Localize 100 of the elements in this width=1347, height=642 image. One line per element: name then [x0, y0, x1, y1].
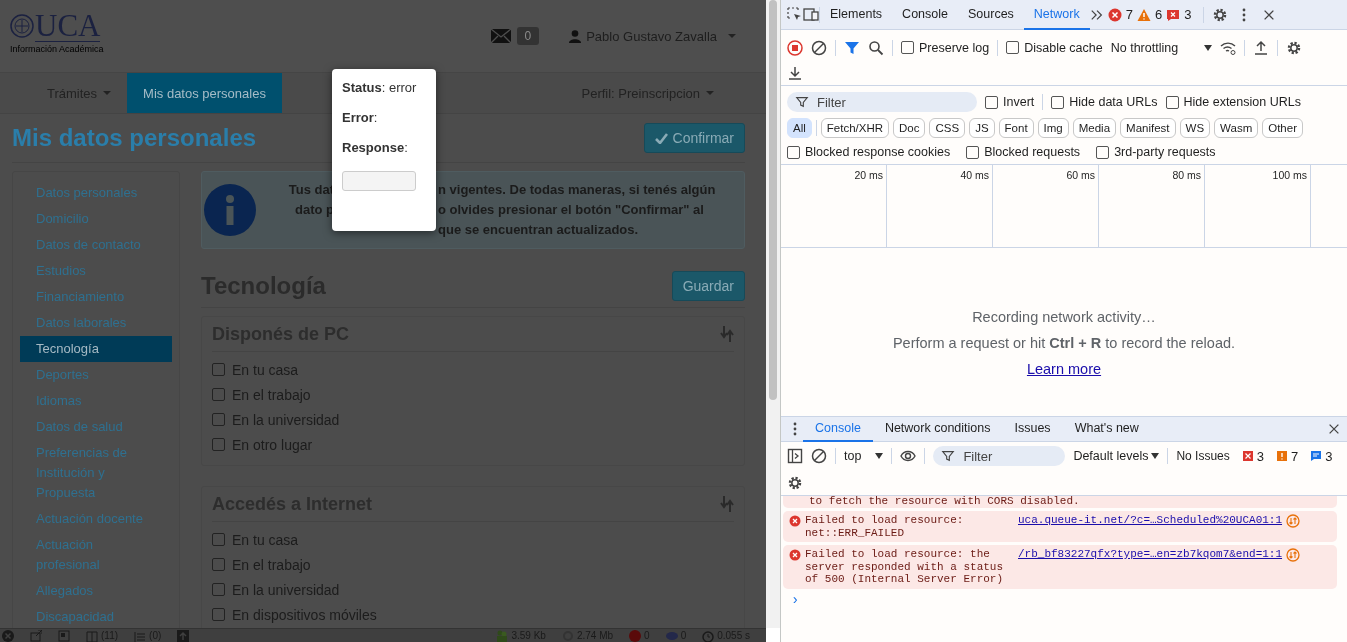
dropdown-caret-icon: [875, 453, 884, 459]
seal-icon: [10, 14, 34, 38]
envelope-icon[interactable]: [490, 29, 511, 43]
console-settings-icon[interactable]: [787, 474, 803, 491]
checkbox[interactable]: [985, 95, 998, 109]
filter-icon: [941, 449, 956, 463]
warning-icon: [1276, 450, 1289, 462]
timeline-tick: 40 ms: [960, 169, 989, 181]
type-filter-chip[interactable]: CSS: [929, 118, 966, 138]
panel-tab[interactable]: Elements: [820, 0, 893, 30]
throttling-select[interactable]: No throttling: [1110, 40, 1213, 55]
console-message: to fetch the resource with CORS disabled.: [783, 496, 1337, 508]
live-expression-icon[interactable]: [900, 448, 917, 464]
checkbox[interactable]: [1006, 41, 1020, 54]
type-filter-chip[interactable]: Font: [998, 118, 1034, 138]
type-filter-chip[interactable]: Manifest: [1120, 118, 1176, 138]
checkbox[interactable]: [212, 558, 225, 571]
console-filter-field[interactable]: Filter: [933, 446, 1066, 466]
warning-icon: [1136, 7, 1151, 22]
panel-tab[interactable]: Console: [892, 0, 958, 30]
drawer-tab[interactable]: Network conditions: [872, 416, 1003, 442]
console-sidebar-icon[interactable]: [787, 448, 803, 464]
checkbox[interactable]: [1051, 95, 1065, 109]
error-count: 3: [1256, 448, 1265, 464]
checkbox-label: Hide extension URLs: [1183, 95, 1301, 109]
type-filter-chip[interactable]: WS: [1179, 118, 1211, 138]
source-link[interactable]: uca.queue-it.net/?c=…Scheduled%20UCA01:1: [1018, 514, 1283, 527]
checkbox[interactable]: [901, 41, 914, 54]
type-filter-chip[interactable]: JS: [969, 118, 995, 138]
panel-tab[interactable]: Sources: [958, 0, 1024, 30]
type-filter-chip[interactable]: Img: [1037, 118, 1069, 138]
checkbox-label: 3rd-party requests: [1114, 145, 1216, 159]
drawer-tab[interactable]: Console: [803, 416, 873, 442]
device-toolbar-icon[interactable]: [803, 6, 819, 23]
search-icon[interactable]: [868, 39, 884, 56]
issue-icon: [1166, 7, 1181, 22]
scrollbar-thumb[interactable]: [769, 0, 777, 400]
timeline-tick: 80 ms: [1172, 169, 1201, 181]
clear-icon[interactable]: [811, 39, 827, 56]
more-tabs-icon[interactable]: [1089, 7, 1104, 22]
type-filter-chip[interactable]: Doc: [893, 118, 926, 138]
context-value: top: [844, 449, 862, 463]
timeline-tick: 60 ms: [1066, 169, 1095, 181]
learn-more-link[interactable]: Learn more: [1026, 361, 1102, 377]
upload-icon[interactable]: [1253, 39, 1270, 56]
filter-field[interactable]: Filter: [787, 92, 977, 112]
checkbox[interactable]: [787, 145, 800, 159]
checkbox[interactable]: [212, 388, 225, 401]
checkbox-label: Invert: [1003, 95, 1035, 109]
type-filter-chip[interactable]: Wasm: [1214, 118, 1259, 138]
throttling-value: No throttling: [1110, 40, 1179, 55]
info-count: 3: [1325, 448, 1333, 464]
checkbox[interactable]: [1165, 95, 1179, 109]
sidebar-item[interactable]: Tecnología: [20, 336, 172, 362]
response-field[interactable]: [342, 171, 416, 191]
modal-text: Error:: [342, 110, 379, 127]
checkbox[interactable]: [966, 145, 980, 159]
clear-console-icon[interactable]: [811, 448, 827, 464]
drawer-tab[interactable]: Issues: [1002, 416, 1063, 442]
type-filter-chip[interactable]: All: [787, 118, 812, 138]
error-count: 7: [1125, 7, 1133, 22]
caret-icon: [728, 34, 736, 38]
settings-icon[interactable]: [1286, 39, 1303, 56]
message-text: Failed to load resource: the server responded with a status of 500 (Internal Server Error): [805, 548, 1005, 586]
type-filter-chip[interactable]: Fetch/XHR: [820, 118, 890, 138]
checkbox-label: Disable cache: [1024, 40, 1103, 55]
network-request-icon[interactable]: [1286, 548, 1301, 562]
nav-tab[interactable]: Mis datos personales: [127, 73, 282, 113]
error-icon: [1241, 450, 1254, 462]
panel-tab[interactable]: Network: [1023, 0, 1090, 30]
checkbox[interactable]: [212, 363, 225, 376]
checkbox[interactable]: [1096, 145, 1110, 159]
drawer-tab[interactable]: What's new: [1062, 416, 1151, 442]
type-filter-chip[interactable]: Other: [1262, 118, 1303, 138]
source-link[interactable]: /rb_bf83227qfx?type=…en=zb7kqom7&end=1:1: [1018, 548, 1283, 561]
stop-recording-icon[interactable]: [787, 39, 803, 56]
download-icon[interactable]: [787, 64, 803, 81]
network-request-icon[interactable]: [1286, 514, 1301, 528]
page-title: Mis datos personales: [12, 124, 257, 152]
close-drawer-icon[interactable]: [1327, 422, 1341, 436]
error-icon: [789, 549, 801, 561]
type-filter-chip[interactable]: Media: [1072, 118, 1117, 138]
message-text: Failed to load resource: net::ERR_FAILED: [805, 514, 965, 539]
checkbox[interactable]: [212, 533, 225, 546]
checkbox[interactable]: [212, 608, 225, 621]
filter-icon[interactable]: [844, 39, 860, 56]
timeline-tick: 20 ms: [854, 169, 883, 181]
dropdown-caret-icon: [1204, 44, 1213, 51]
context-select[interactable]: top: [844, 449, 884, 463]
console-prompt[interactable]: ›: [783, 591, 1337, 608]
filter-placeholder: Filter: [817, 94, 846, 110]
checkbox[interactable]: [212, 583, 225, 596]
checkbox[interactable]: [212, 438, 225, 451]
info-icon: [1310, 450, 1323, 462]
modal-text: Response:: [342, 140, 409, 157]
settings-icon[interactable]: [1212, 6, 1229, 23]
checkbox[interactable]: [212, 413, 225, 426]
caret-icon: [706, 91, 714, 95]
confirm-label: Confirmar: [672, 130, 734, 146]
warning-count: 7: [1291, 448, 1299, 464]
